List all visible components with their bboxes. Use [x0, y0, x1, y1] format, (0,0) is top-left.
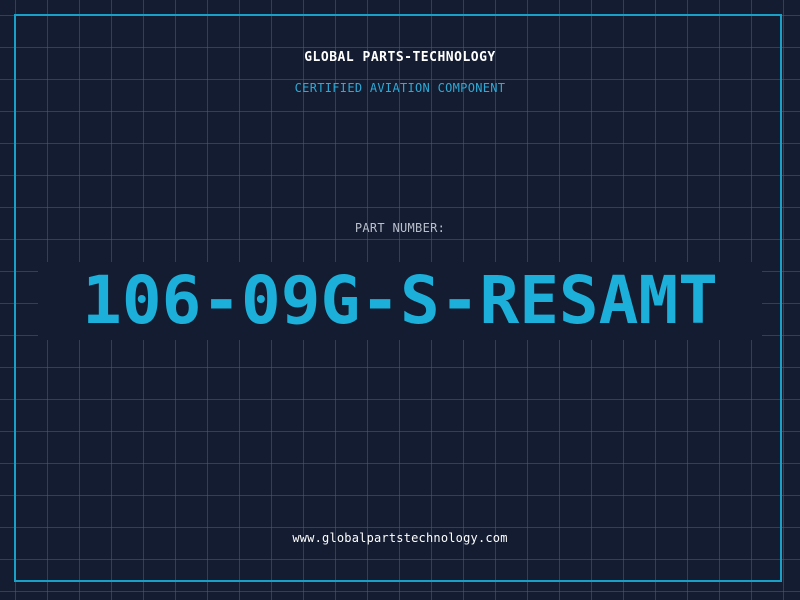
brand-name: GLOBAL PARTS-TECHNOLOGY: [304, 50, 496, 65]
part-number-value: 106-09G-S-RESAMT: [82, 262, 718, 339]
part-card: GLOBAL PARTS-TECHNOLOGY CERTIFIED AVIATI…: [0, 0, 800, 600]
tagline: CERTIFIED AVIATION COMPONENT: [294, 81, 506, 95]
part-number-label: PART NUMBER:: [354, 221, 446, 235]
website-url: www.globalpartstechnology.com: [292, 531, 508, 545]
